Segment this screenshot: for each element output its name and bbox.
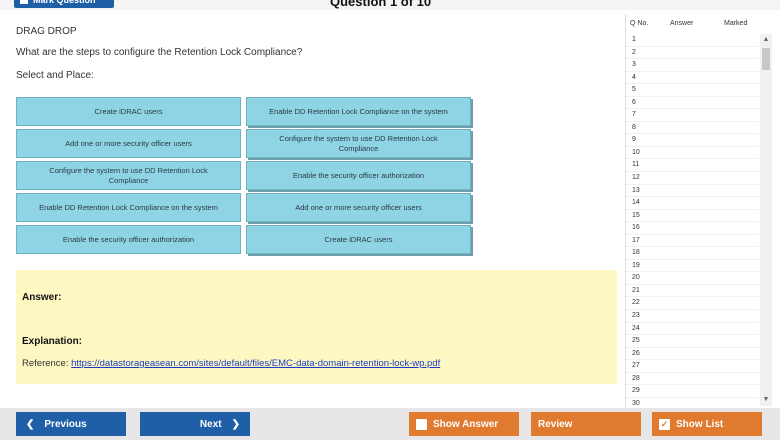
- drag-source-item[interactable]: Enable DD Retention Lock Compliance on t…: [16, 193, 241, 222]
- question-panel: DRAG DROP What are the steps to configur…: [0, 14, 622, 408]
- question-list-row[interactable]: 15: [626, 210, 759, 223]
- question-list-row[interactable]: 4: [626, 72, 759, 85]
- drag-source-item[interactable]: Create iDRAC users: [16, 97, 241, 126]
- question-list-row[interactable]: 16: [626, 222, 759, 235]
- question-list-row[interactable]: 6: [626, 97, 759, 110]
- question-list-panel: Q No. Answer Marked 1 2 3 4 5 6 7 8 9 10 11 12 13 14 1…: [625, 14, 773, 411]
- question-list-row[interactable]: 24: [626, 323, 759, 336]
- question-list-row[interactable]: 7: [626, 109, 759, 122]
- reference-prefix: Reference:: [22, 358, 69, 369]
- question-list-row[interactable]: 14: [626, 197, 759, 210]
- question-list-row[interactable]: 27: [626, 360, 759, 373]
- scroll-down-icon[interactable]: ▼: [760, 394, 772, 406]
- review-label: Review: [538, 418, 573, 430]
- drop-target-item[interactable]: Enable the security officer authorizatio…: [246, 161, 471, 190]
- answer-panel: Answer: Explanation: Reference: https://…: [16, 270, 617, 384]
- question-type: DRAG DROP: [16, 26, 77, 37]
- question-list-row[interactable]: 8: [626, 122, 759, 135]
- question-instruction: Select and Place:: [16, 70, 94, 81]
- scroll-thumb[interactable]: [762, 48, 770, 70]
- answer-column-header: Answer: [670, 20, 694, 27]
- drop-target-item[interactable]: Add one or more security officer users: [246, 193, 471, 222]
- question-list-row[interactable]: 17: [626, 235, 759, 248]
- checkbox-checked-icon: ✓: [659, 418, 670, 430]
- next-button[interactable]: Next ❯: [140, 412, 250, 436]
- marked-column-header: Marked: [724, 20, 748, 27]
- drop-target-item[interactable]: Configure the system to use DD Retention…: [246, 129, 471, 158]
- question-list-row[interactable]: 18: [626, 247, 759, 260]
- question-list-row[interactable]: 9: [626, 134, 759, 147]
- question-list-row[interactable]: 29: [626, 385, 759, 398]
- question-list-row[interactable]: 3: [626, 59, 759, 72]
- question-list-row[interactable]: 10: [626, 147, 759, 160]
- bottom-toolbar: ❮ Previous Next ❯ Show Answer Review ✓ S…: [0, 408, 780, 440]
- mark-question-label: Mark Question: [33, 0, 96, 5]
- question-list-row[interactable]: 26: [626, 348, 759, 361]
- question-list-row[interactable]: 28: [626, 373, 759, 386]
- top-bar: Mark Question Question 1 of 10: [0, 0, 780, 10]
- question-list-row[interactable]: 20: [626, 272, 759, 285]
- question-list-row[interactable]: 2: [626, 47, 759, 60]
- answer-label: Answer:: [22, 292, 62, 303]
- show-answer-label: Show Answer: [433, 418, 499, 430]
- question-list-row[interactable]: 1: [626, 34, 759, 47]
- explanation-label: Explanation:: [22, 336, 83, 347]
- chevron-right-icon: ❯: [231, 418, 240, 430]
- next-label: Next: [199, 418, 222, 430]
- question-list-row[interactable]: 25: [626, 335, 759, 348]
- mark-question-button[interactable]: Mark Question: [14, 0, 114, 8]
- drop-target-item[interactable]: Enable DD Retention Lock Compliance on t…: [246, 97, 471, 126]
- question-text: What are the steps to configure the Rete…: [16, 47, 303, 58]
- review-button[interactable]: Review: [531, 412, 641, 436]
- question-list-row[interactable]: 22: [626, 297, 759, 311]
- drop-target-item[interactable]: Create iDRAC users: [246, 225, 471, 254]
- question-list-header: Q No. Answer Marked: [626, 18, 773, 32]
- drag-source-item[interactable]: Add one or more security officer users: [16, 129, 241, 158]
- checkbox-icon: [416, 418, 427, 430]
- drag-source-item[interactable]: Configure the system to use DD Retention…: [16, 161, 241, 190]
- question-list-row[interactable]: 19: [626, 260, 759, 273]
- show-list-button[interactable]: ✓ Show List: [652, 412, 762, 436]
- question-list-row[interactable]: 11: [626, 159, 759, 173]
- checkbox-icon: [20, 0, 28, 4]
- question-list-row[interactable]: 21: [626, 285, 759, 298]
- question-list-scrollbar[interactable]: ▲ ▼: [760, 34, 772, 406]
- previous-button[interactable]: ❮ Previous: [16, 412, 126, 436]
- question-list-row[interactable]: 23: [626, 310, 759, 323]
- question-list-row[interactable]: 12: [626, 172, 759, 185]
- reference-link[interactable]: https://datastorageasean.com/sites/defau…: [71, 358, 440, 369]
- question-list-row[interactable]: 13: [626, 185, 759, 198]
- reference-line: Reference: https://datastorageasean.com/…: [22, 358, 440, 369]
- question-list-row[interactable]: 5: [626, 84, 759, 97]
- drag-source-item[interactable]: Enable the security officer authorizatio…: [16, 225, 241, 254]
- qno-column-header: Q No.: [630, 20, 649, 27]
- scroll-up-icon[interactable]: ▲: [760, 34, 772, 46]
- question-list-rows: 1 2 3 4 5 6 7 8 9 10 11 12 13 14 15 16 17 18 19 20 21 22 23 24 2…: [626, 34, 759, 411]
- show-list-label: Show List: [676, 418, 724, 430]
- previous-label: Previous: [44, 418, 87, 430]
- question-title: Question 1 of 10: [330, 0, 432, 9]
- chevron-left-icon: ❮: [26, 418, 35, 430]
- show-answer-button[interactable]: Show Answer: [409, 412, 519, 436]
